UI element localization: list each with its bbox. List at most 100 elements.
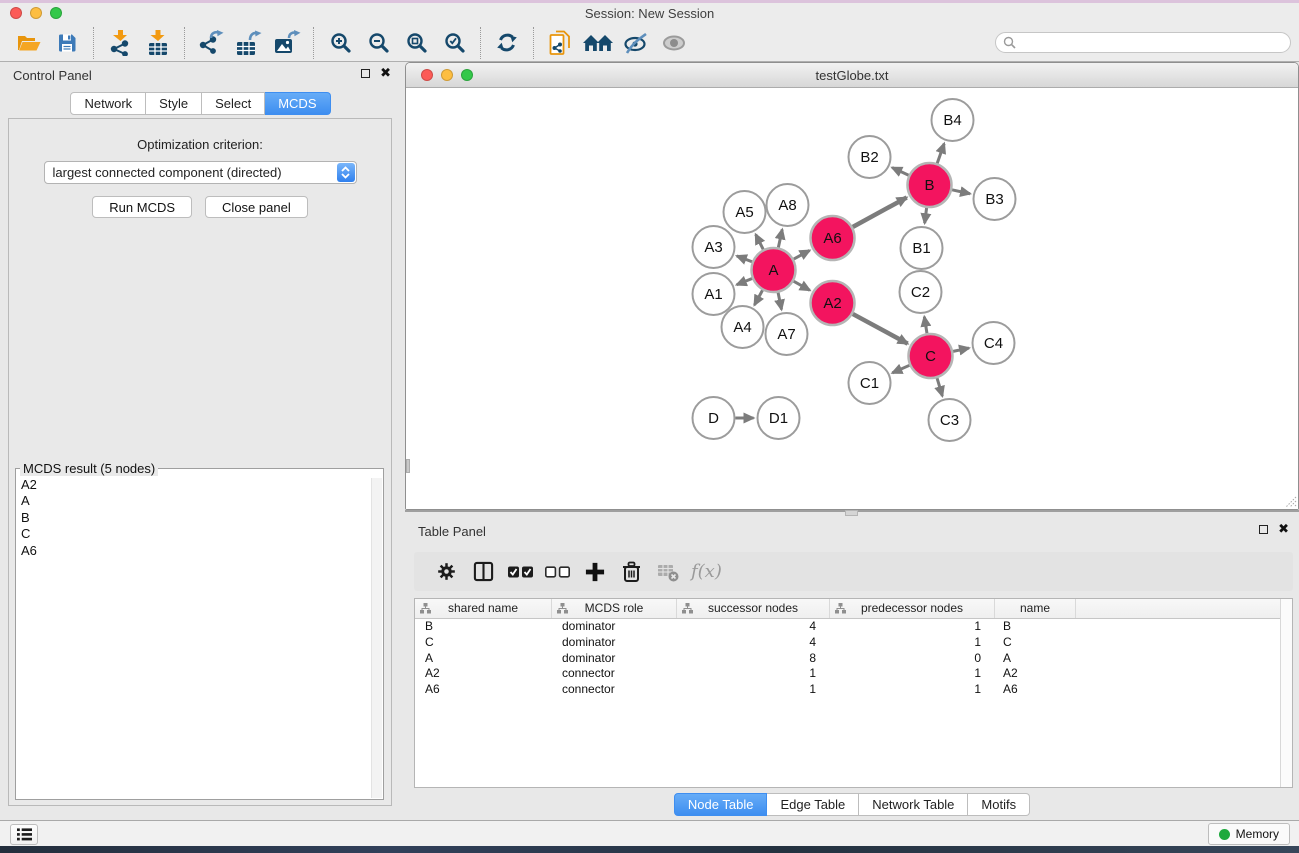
network-graph[interactable]: B4B2BB3A5A8A6B1A3AC2A1A2A4A7C4CC1C3DD1 xyxy=(406,89,1298,509)
result-scrollbar[interactable] xyxy=(371,478,382,798)
edge-C-C1[interactable] xyxy=(892,365,909,373)
table-scrollbar[interactable] xyxy=(1280,599,1292,787)
table-cell[interactable]: A6 xyxy=(995,682,1076,698)
table-options-gear-button[interactable] xyxy=(428,557,465,587)
table-cell[interactable]: C xyxy=(995,635,1076,651)
mcds-result-item[interactable]: A6 xyxy=(21,543,383,559)
table-cell[interactable]: 1 xyxy=(830,635,995,651)
edge-C-C4[interactable] xyxy=(953,348,969,351)
memory-button[interactable]: Memory xyxy=(1208,823,1290,845)
table-tab-network-table[interactable]: Network Table xyxy=(859,793,968,816)
open-file-button[interactable] xyxy=(10,27,48,59)
table-row[interactable]: A6connector11A6 xyxy=(415,682,1292,698)
edge-C-C2[interactable] xyxy=(924,317,927,334)
hide-panels-button[interactable] xyxy=(617,27,655,59)
task-history-button[interactable] xyxy=(10,824,38,845)
export-network-button[interactable] xyxy=(192,27,230,59)
table-cell[interactable]: 8 xyxy=(677,651,830,667)
table-tab-motifs[interactable]: Motifs xyxy=(968,793,1030,816)
search-field[interactable] xyxy=(995,32,1291,53)
edge-B-B2[interactable] xyxy=(892,168,909,176)
column-header-MCDS-role[interactable]: MCDS role xyxy=(552,599,677,618)
table-row[interactable]: Adominator80A xyxy=(415,651,1292,667)
show-column-button[interactable] xyxy=(465,557,502,587)
table-row[interactable]: Bdominator41B xyxy=(415,619,1292,635)
add-column-button[interactable] xyxy=(576,557,613,587)
function-builder-icon[interactable]: f(x) xyxy=(691,561,722,582)
refresh-view-button[interactable] xyxy=(488,27,526,59)
edge-A-A1[interactable] xyxy=(737,279,752,285)
table-tab-node-table[interactable]: Node Table xyxy=(674,793,768,816)
mcds-result-item[interactable]: C xyxy=(21,526,383,542)
network-canvas[interactable]: B4B2BB3A5A8A6B1A3AC2A1A2A4A7C4CC1C3DD1 xyxy=(406,89,1298,509)
horizontal-splitter[interactable] xyxy=(405,510,1299,518)
table-cell[interactable]: 4 xyxy=(677,635,830,651)
edge-A-A3[interactable] xyxy=(737,256,752,262)
close-panel-icon[interactable]: ✖ xyxy=(380,67,391,79)
run-mcds-button[interactable]: Run MCDS xyxy=(92,196,192,218)
mcds-result-item[interactable]: A2 xyxy=(21,477,383,493)
float-table-panel-icon[interactable] xyxy=(1259,525,1268,534)
show-eye-button[interactable] xyxy=(655,27,693,59)
open-cybrowser-button[interactable] xyxy=(579,27,617,59)
table-cell[interactable]: A2 xyxy=(995,666,1076,682)
table-cell[interactable]: 1 xyxy=(830,619,995,635)
splitter-handle[interactable] xyxy=(845,510,858,516)
edge-A-A8[interactable] xyxy=(778,229,782,247)
table-cell[interactable]: 1 xyxy=(677,666,830,682)
edge-A-A7[interactable] xyxy=(778,293,781,310)
table-cell[interactable]: connector xyxy=(552,666,677,682)
table-row[interactable]: A2connector11A2 xyxy=(415,666,1292,682)
edge-A-A5[interactable] xyxy=(756,234,764,249)
select-all-button[interactable] xyxy=(502,557,539,587)
import-network-button[interactable] xyxy=(101,27,139,59)
float-panel-icon[interactable] xyxy=(361,69,370,78)
clone-network-button[interactable] xyxy=(541,27,579,59)
edge-B-B4[interactable] xyxy=(937,144,944,164)
table-cell[interactable]: A xyxy=(415,651,552,667)
export-table-button[interactable] xyxy=(230,27,268,59)
edge-A2-C[interactable] xyxy=(853,314,908,344)
edge-B-B1[interactable] xyxy=(925,208,927,223)
import-table-button[interactable] xyxy=(139,27,177,59)
column-header-successor-nodes[interactable]: successor nodes xyxy=(677,599,830,618)
column-header-name[interactable]: name xyxy=(995,599,1076,618)
edge-A-A4[interactable] xyxy=(754,290,762,305)
table-cell[interactable]: dominator xyxy=(552,635,677,651)
table-cell[interactable]: A6 xyxy=(415,682,552,698)
unselect-all-button[interactable] xyxy=(539,557,576,587)
zoom-fit-button[interactable] xyxy=(397,27,435,59)
table-cell[interactable]: A2 xyxy=(415,666,552,682)
close-panel-button[interactable]: Close panel xyxy=(205,196,308,218)
mcds-result-item[interactable]: A xyxy=(21,493,383,509)
table-cell[interactable]: 4 xyxy=(677,619,830,635)
table-cell[interactable]: dominator xyxy=(552,619,677,635)
table-cell[interactable]: 0 xyxy=(830,651,995,667)
tab-mcds[interactable]: MCDS xyxy=(265,92,330,115)
table-tab-edge-table[interactable]: Edge Table xyxy=(767,793,859,816)
column-header-predecessor-nodes[interactable]: predecessor nodes xyxy=(830,599,995,618)
table-cell[interactable]: 1 xyxy=(677,682,830,698)
delete-column-button[interactable] xyxy=(613,557,650,587)
table-cell[interactable]: A xyxy=(995,651,1076,667)
edge-C-C3[interactable] xyxy=(937,378,942,396)
zoom-selected-button[interactable] xyxy=(435,27,473,59)
close-table-panel-icon[interactable]: ✖ xyxy=(1278,523,1289,535)
canvas-scroll-mark[interactable] xyxy=(406,459,410,473)
table-cell[interactable]: B xyxy=(995,619,1076,635)
edge-A-A6[interactable] xyxy=(794,250,810,259)
search-input[interactable] xyxy=(1016,34,1290,51)
zoom-in-button[interactable] xyxy=(321,27,359,59)
export-image-button[interactable] xyxy=(268,27,306,59)
save-session-button[interactable] xyxy=(48,27,86,59)
edge-A6-B[interactable] xyxy=(853,197,907,227)
mcds-result-item[interactable]: B xyxy=(21,510,383,526)
table-cell[interactable]: dominator xyxy=(552,651,677,667)
delete-table-button[interactable] xyxy=(650,557,687,587)
table-cell[interactable]: 1 xyxy=(830,666,995,682)
tab-network[interactable]: Network xyxy=(70,92,146,115)
table-cell[interactable]: B xyxy=(415,619,552,635)
column-header-shared-name[interactable]: shared name xyxy=(415,599,552,618)
table-row[interactable]: Cdominator41C xyxy=(415,635,1292,651)
edge-B-B3[interactable] xyxy=(952,190,970,194)
